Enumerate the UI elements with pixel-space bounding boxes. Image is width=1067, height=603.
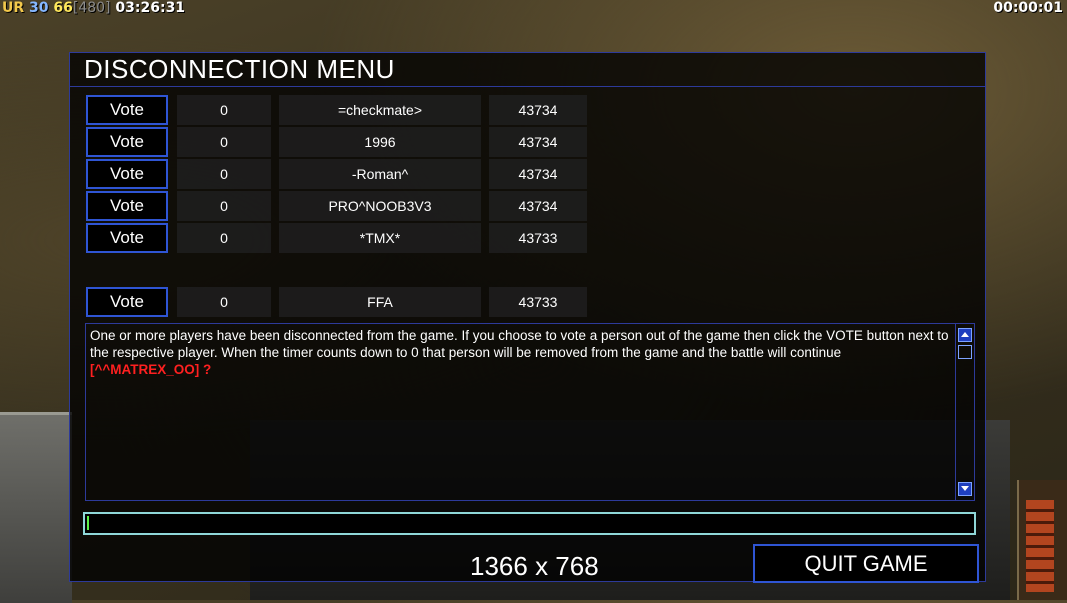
status-tag: UR <box>2 0 25 16</box>
player-timer: 43734 <box>489 127 587 157</box>
game-timer: 00:00:01 <box>993 0 1063 16</box>
quit-game-button[interactable]: QUIT GAME <box>753 544 979 583</box>
text-cursor <box>87 516 89 530</box>
player-timer: 43733 <box>489 287 587 317</box>
status-value-2: 66 <box>53 0 73 16</box>
scroll-down-icon[interactable] <box>958 482 972 496</box>
vote-button[interactable]: Vote <box>86 159 168 189</box>
vote-button[interactable]: Vote <box>86 95 168 125</box>
vote-count: 0 <box>177 127 271 157</box>
player-name: =checkmate> <box>279 95 481 125</box>
chat-message: [^^MATREX_OO] ? <box>90 362 212 377</box>
player-name: 1996 <box>279 127 481 157</box>
disconnect-message: One or more players have been disconnect… <box>90 328 949 360</box>
player-name: *TMX* <box>279 223 481 253</box>
chat-input[interactable] <box>83 512 976 535</box>
status-bracket: [480] <box>72 0 111 16</box>
status-bar: UR 30 66[480] 03:26:31 <box>2 0 185 16</box>
status-value-1: 30 <box>29 0 49 16</box>
message-text: One or more players have been disconnect… <box>90 327 952 378</box>
player-name: -Roman^ <box>279 159 481 189</box>
vote-count: 0 <box>177 287 271 317</box>
vote-count: 0 <box>177 159 271 189</box>
player-timer: 43733 <box>489 223 587 253</box>
vote-button[interactable]: Vote <box>86 191 168 221</box>
disconnection-dialog: DISCONNECTION MENU Vote 0 =checkmate> 43… <box>69 52 986 583</box>
vote-count: 0 <box>177 223 271 253</box>
scroll-up-icon[interactable] <box>958 328 972 342</box>
message-log: One or more players have been disconnect… <box>85 323 975 501</box>
hud-left-panel <box>0 412 72 603</box>
player-timer: 43734 <box>489 95 587 125</box>
vote-count: 0 <box>177 191 271 221</box>
player-name: PRO^NOOB3V3 <box>279 191 481 221</box>
player-timer: 43734 <box>489 191 587 221</box>
resolution-label: 1366 x 768 <box>470 551 599 581</box>
title-divider <box>70 86 985 87</box>
player-name: FFA <box>279 287 481 317</box>
message-scrollbar[interactable] <box>955 324 974 500</box>
vote-button[interactable]: Vote <box>86 287 168 317</box>
game-clock: 03:26:31 <box>115 0 186 16</box>
vote-button[interactable]: Vote <box>86 223 168 253</box>
scroll-thumb[interactable] <box>958 345 972 359</box>
vote-button[interactable]: Vote <box>86 127 168 157</box>
vote-count: 0 <box>177 95 271 125</box>
power-meter <box>1026 500 1054 592</box>
dialog-title: DISCONNECTION MENU <box>84 54 395 84</box>
player-timer: 43734 <box>489 159 587 189</box>
